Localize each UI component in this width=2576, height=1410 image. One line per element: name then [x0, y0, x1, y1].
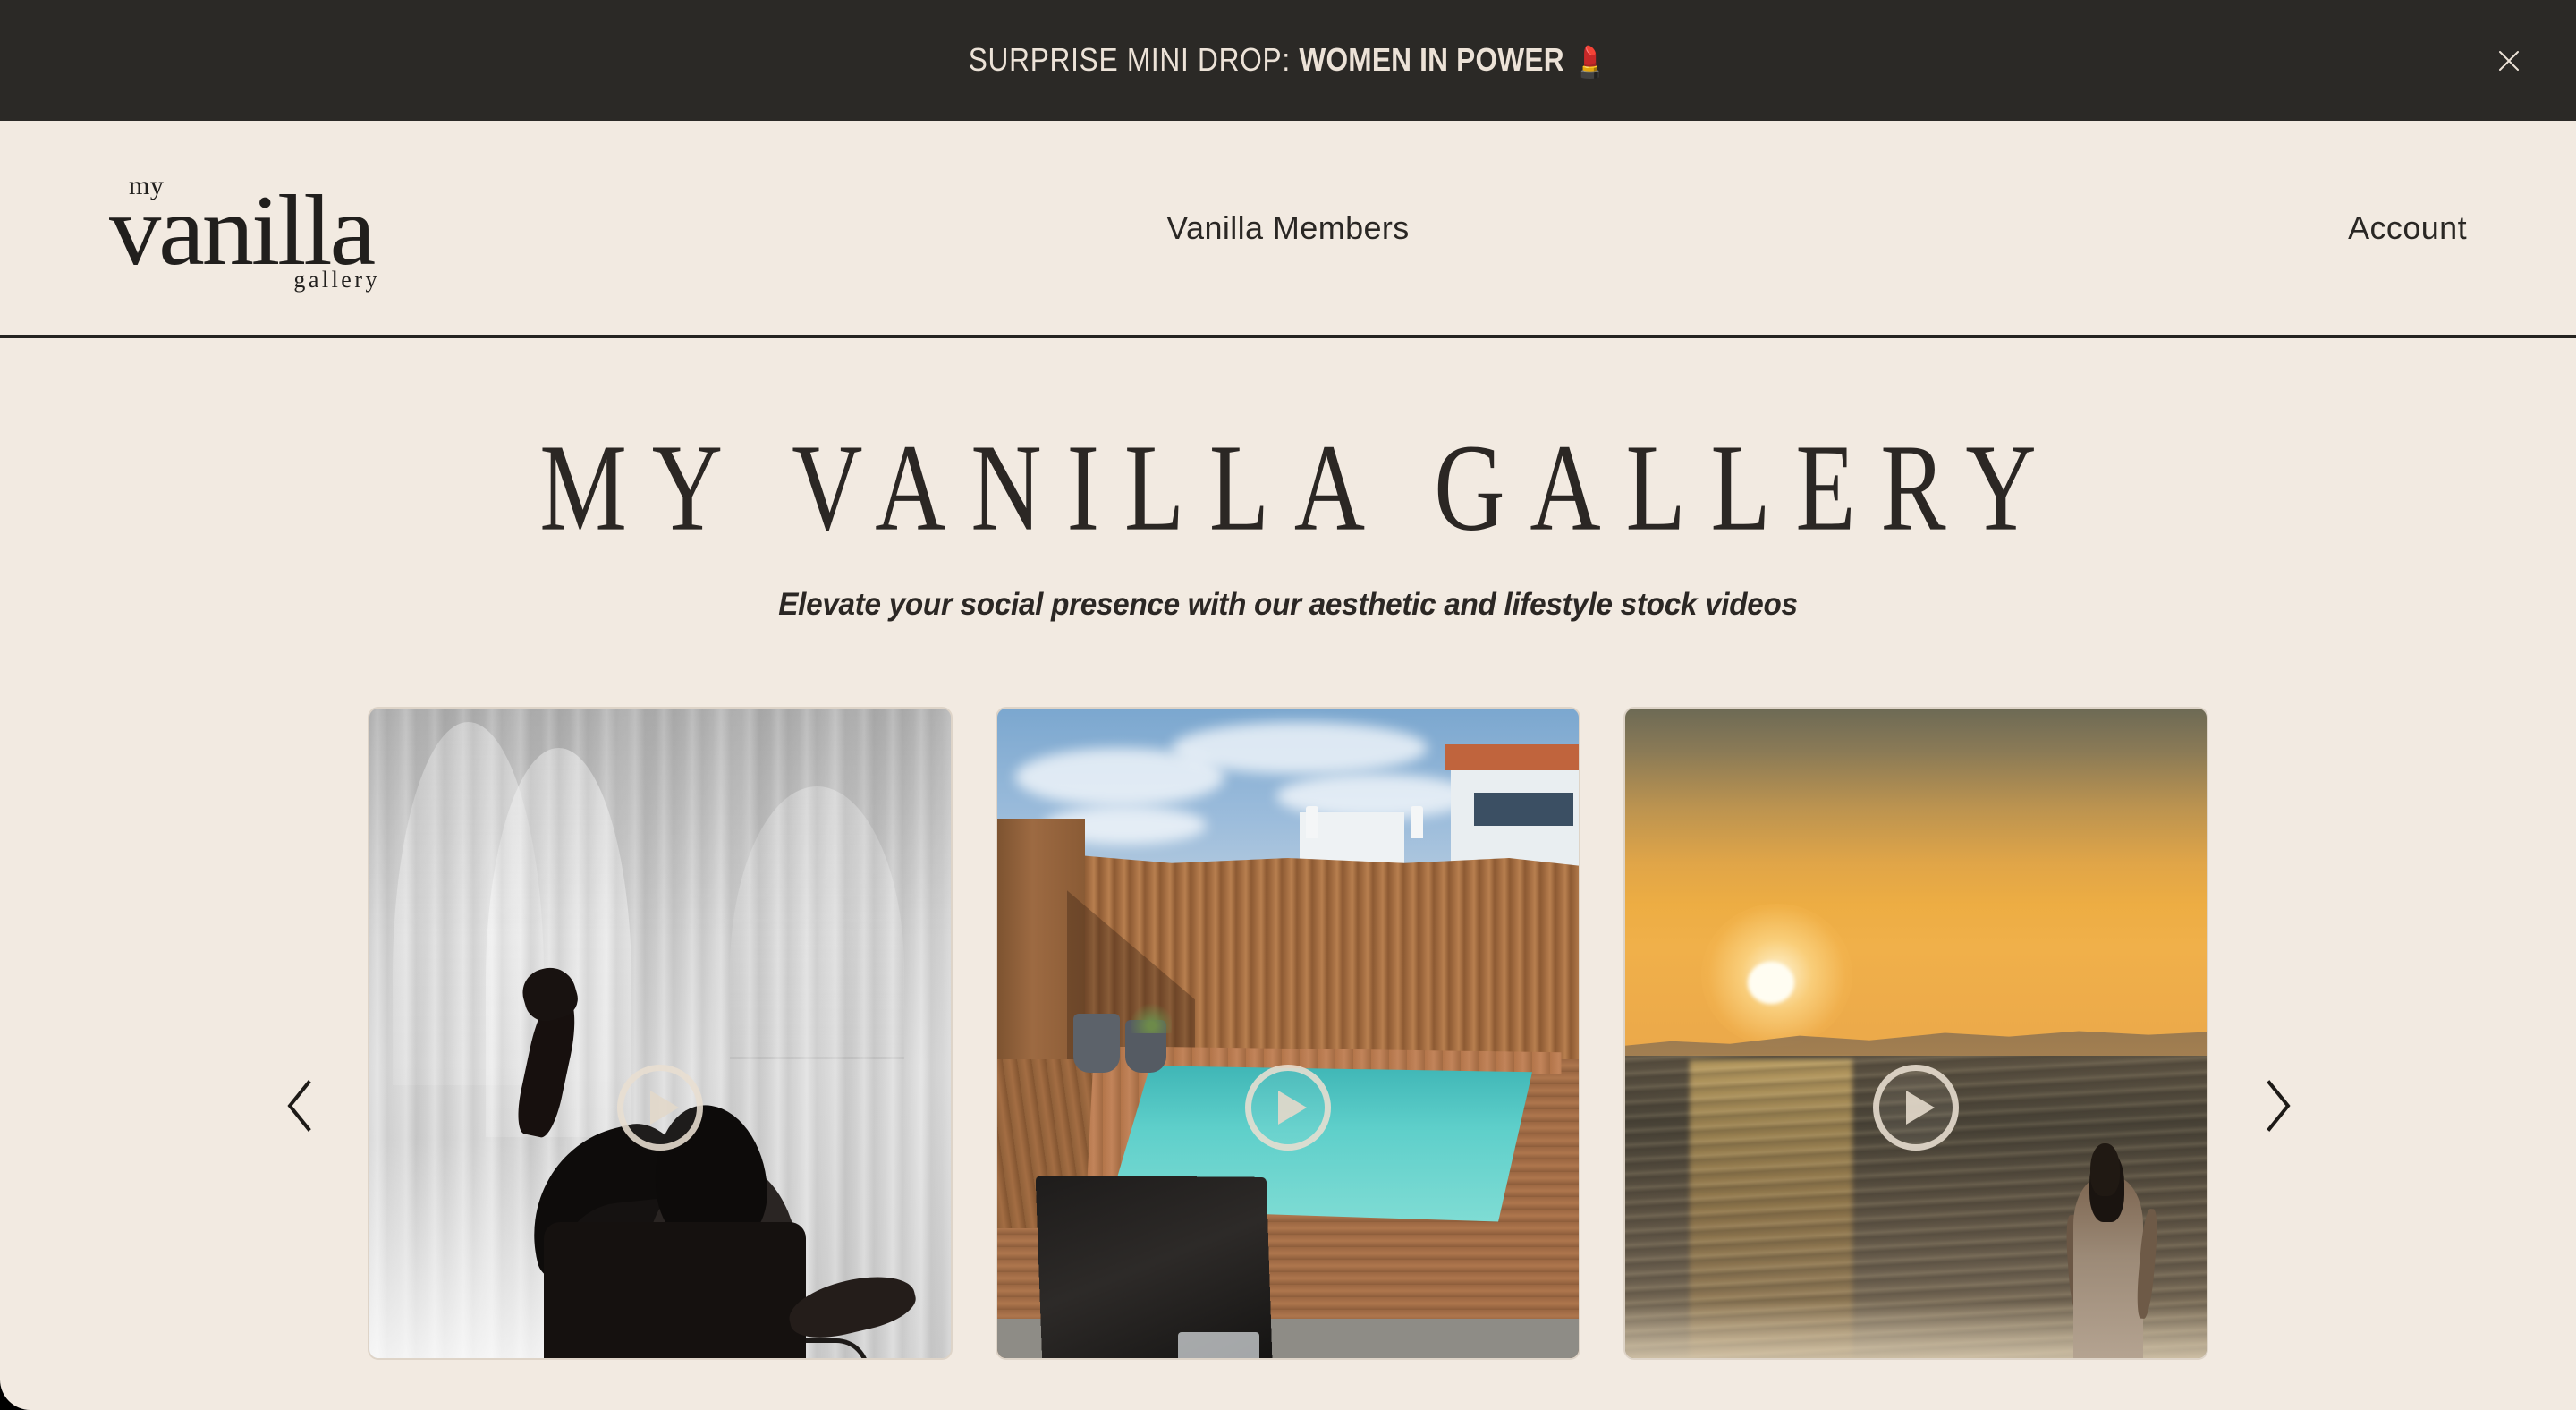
- logo[interactable]: my vanilla gallery: [109, 161, 382, 295]
- play-icon: [649, 1091, 679, 1125]
- page-title: MY VANILLA GALLERY: [539, 418, 2062, 557]
- video-thumbnail-poolside: [997, 709, 1579, 1358]
- play-button[interactable]: [1873, 1065, 1959, 1151]
- video-thumbnail-bw-hair-flip: [369, 709, 951, 1358]
- nav-item-vanilla-members[interactable]: Vanilla Members: [1166, 209, 1409, 247]
- hero-subtitle: Elevate your social presence with our ae…: [778, 587, 1798, 622]
- video-card[interactable]: [368, 707, 953, 1360]
- carousel-track: [368, 707, 2208, 1360]
- video-carousel: [0, 707, 2576, 1387]
- page-root: SURPRISE MINI DROP: WOMEN IN POWER 💄 my v…: [0, 0, 2576, 1410]
- announcement-bar: SURPRISE MINI DROP: WOMEN IN POWER 💄: [0, 0, 2576, 121]
- close-icon[interactable]: [2488, 40, 2529, 81]
- hero-section: MY VANILLA GALLERY Elevate your social p…: [0, 418, 2576, 623]
- logo-line-gallery: gallery: [293, 266, 380, 293]
- site-header: my vanilla gallery Vanilla Members Accou…: [0, 121, 2576, 338]
- play-button[interactable]: [617, 1065, 703, 1151]
- video-thumbnail-ocean-sunset: [1625, 709, 2207, 1358]
- announcement-text: SURPRISE MINI DROP: WOMEN IN POWER 💄: [969, 41, 1608, 81]
- video-card[interactable]: [1623, 707, 2208, 1360]
- chevron-right-icon[interactable]: [2245, 1074, 2309, 1138]
- lipstick-icon: 💄: [1573, 45, 1608, 80]
- nav-item-account[interactable]: Account: [2348, 209, 2467, 247]
- play-icon: [1277, 1091, 1307, 1125]
- announcement-prefix: SURPRISE MINI DROP:: [968, 40, 1300, 78]
- chevron-left-icon[interactable]: [268, 1074, 333, 1138]
- play-icon: [1905, 1091, 1935, 1125]
- announcement-highlight: WOMEN IN POWER: [1299, 40, 1564, 78]
- play-button[interactable]: [1245, 1065, 1331, 1151]
- video-card[interactable]: [996, 707, 1580, 1360]
